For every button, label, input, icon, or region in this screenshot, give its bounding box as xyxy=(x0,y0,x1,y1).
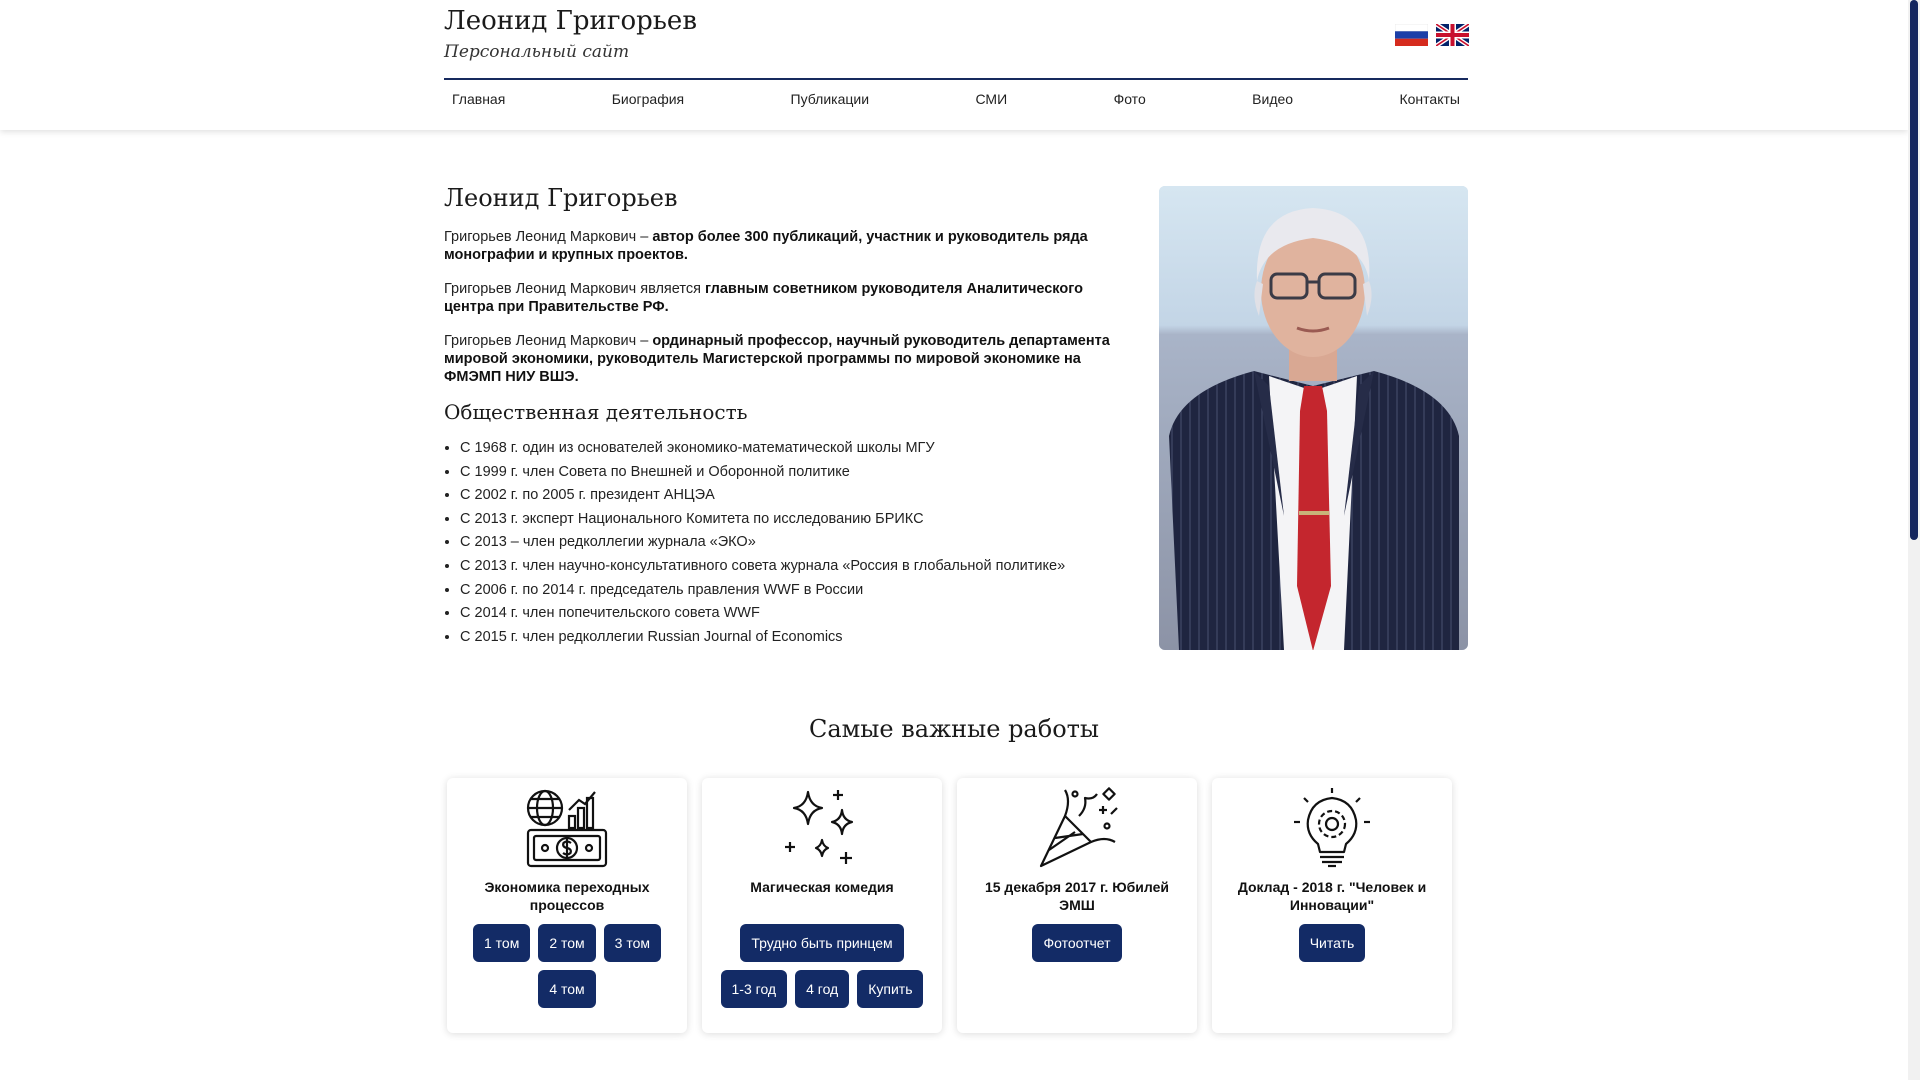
work-card-buttons: Фотоотчет xyxy=(1020,924,1133,962)
scrollbar-thumb[interactable] xyxy=(1910,0,1918,540)
russian-flag-icon[interactable] xyxy=(1395,24,1428,46)
volume-1-button[interactable]: 1 том xyxy=(472,924,531,962)
years-1-3-button[interactable]: 1-3 год xyxy=(720,970,788,1008)
list-item: С 1968 г. один из основателей экономико-… xyxy=(460,437,1065,461)
list-item: С 2002 г. по 2005 г. президент АНЦЭА xyxy=(460,484,1065,508)
list-item: С 2014 г. член попечительского совета WW… xyxy=(460,602,1065,626)
hard-to-be-prince-button[interactable]: Трудно быть принцем xyxy=(740,924,904,962)
list-item: С 2013 г. член научно-консультативного с… xyxy=(460,555,1065,579)
bio-text: Григорьев Леонид Маркович является xyxy=(444,281,705,297)
nav-item-biography[interactable]: Биография xyxy=(604,91,692,107)
work-card-buttons: Трудно быть принцем 1-3 год 4 год Купить xyxy=(702,924,942,1008)
activity-heading: Общественная деятельность xyxy=(444,400,748,424)
works-cards: Экономика переходных процессов 1 том 2 т… xyxy=(447,778,1452,1033)
work-card-title: 15 декабря 2017 г. Юбилей ЭМШ xyxy=(984,879,1170,913)
activity-list: С 1968 г. один из основателей экономико-… xyxy=(444,437,1065,649)
bio-paragraph: Григорьев Леонид Маркович – ординарный п… xyxy=(444,332,1124,386)
party-popper-icon xyxy=(1039,787,1118,868)
bio-section: Григорьев Леонид Маркович – автор более … xyxy=(444,228,1124,402)
list-item: С 2013 – член редколлегии журнала «ЭКО» xyxy=(460,531,1065,555)
work-card-title: Доклад - 2018 г. "Человек и Инновации" xyxy=(1237,879,1427,913)
work-card-title: Экономика переходных процессов xyxy=(484,879,650,913)
lightbulb-gear-icon xyxy=(1294,788,1370,868)
work-card: 15 декабря 2017 г. Юбилей ЭМШ Фотоотчет xyxy=(957,778,1197,1033)
work-card-buttons: 1 том 2 том 3 том 4 том xyxy=(447,924,687,1008)
list-item: С 2013 г. эксперт Национального Комитета… xyxy=(460,508,1065,532)
list-item: С 2015 г. член редколлегии Russian Journ… xyxy=(460,626,1065,650)
photo-report-button[interactable]: Фотоотчет xyxy=(1032,924,1122,962)
work-card-title: Магическая комедия xyxy=(750,879,894,895)
bio-text: Григорьев Леонид Маркович – xyxy=(444,229,653,245)
portrait-photo xyxy=(1159,186,1468,650)
globe-money-icon xyxy=(526,789,608,868)
nav-item-publications[interactable]: Публикации xyxy=(783,91,877,107)
site-name[interactable]: Леонид Григорьев xyxy=(444,6,697,36)
bio-paragraph: Григорьев Леонид Маркович является главн… xyxy=(444,280,1124,316)
buy-button[interactable]: Купить xyxy=(857,970,924,1008)
work-card: Магическая комедия Трудно быть принцем 1… xyxy=(702,778,942,1033)
uk-flag-icon[interactable] xyxy=(1436,24,1469,46)
main-nav: Главная Биография Публикации СМИ Фото Ви… xyxy=(444,91,1468,107)
read-button[interactable]: Читать xyxy=(1298,924,1366,962)
work-card: Экономика переходных процессов 1 том 2 т… xyxy=(447,778,687,1033)
nav-item-video[interactable]: Видео xyxy=(1244,91,1301,107)
nav-item-home[interactable]: Главная xyxy=(444,91,513,107)
page-title: Леонид Григорьев xyxy=(444,184,678,212)
sparkles-icon xyxy=(785,790,854,864)
year-4-button[interactable]: 4 год xyxy=(795,970,850,1008)
volume-3-button[interactable]: 3 том xyxy=(603,924,662,962)
site-header: Леонид Григорьев Персональный сайт Главн… xyxy=(0,0,1908,130)
bio-paragraph: Григорьев Леонид Маркович – автор более … xyxy=(444,228,1124,264)
list-item: С 2006 г. по 2014 г. председатель правле… xyxy=(460,579,1065,603)
language-switcher xyxy=(1395,24,1469,46)
bio-text: Григорьев Леонид Маркович – xyxy=(444,333,653,349)
list-item: С 1999 г. член Совета по Внешней и Оборо… xyxy=(460,461,1065,485)
nav-item-media[interactable]: СМИ xyxy=(967,91,1015,107)
scrollbar-track[interactable] xyxy=(1908,0,1920,1080)
volume-2-button[interactable]: 2 том xyxy=(538,924,596,962)
nav-item-contacts[interactable]: Контакты xyxy=(1391,91,1467,107)
works-heading: Самые важные работы xyxy=(808,715,1100,743)
volume-4-button[interactable]: 4 том xyxy=(538,970,596,1008)
nav-divider xyxy=(444,78,1468,80)
work-card-buttons: Читать xyxy=(1287,924,1378,962)
work-card: Доклад - 2018 г. "Человек и Инновации" Ч… xyxy=(1212,778,1452,1033)
nav-item-photo[interactable]: Фото xyxy=(1106,91,1154,107)
site-subtitle: Персональный сайт xyxy=(444,42,630,62)
